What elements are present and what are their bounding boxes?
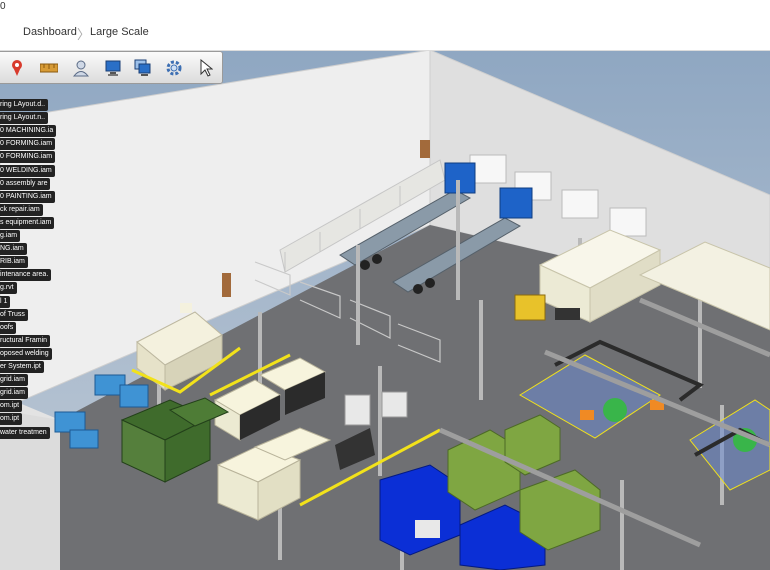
- window-title: 0: [0, 1, 6, 12]
- tree-item[interactable]: er System.ipt: [0, 361, 44, 373]
- tree-item[interactable]: RIB.iam: [0, 256, 28, 269]
- window-panel: [561, 189, 599, 219]
- breadcrumb-dashboard[interactable]: Dashboard: [23, 26, 77, 38]
- tree-item[interactable]: 0 FORMING.iam: [0, 138, 56, 151]
- forklift: [514, 294, 546, 321]
- tree-item[interactable]: ring LAyout.n..: [0, 112, 49, 125]
- 3d-factory-viewport[interactable]: [0, 51, 770, 570]
- map-pin-icon[interactable]: [7, 58, 27, 78]
- layers-icon[interactable]: [133, 58, 153, 78]
- door: [420, 140, 430, 158]
- tree-item[interactable]: intenance area.: [0, 269, 52, 282]
- breadcrumb-separator: 〉: [77, 27, 91, 42]
- factory-scene[interactable]: [0, 51, 770, 570]
- tree-item[interactable]: grid.iam: [0, 374, 28, 387]
- tree-item[interactable]: 0 FORMING.iam: [0, 151, 56, 164]
- monitor-icon[interactable]: [103, 58, 123, 78]
- tree-item[interactable]: 0 assembly are: [0, 177, 51, 190]
- tree-item[interactable]: NG.iam: [0, 243, 27, 256]
- tree-item[interactable]: oofs: [0, 321, 17, 334]
- breadcrumb: Dashboard 〉 Large Scale: [0, 16, 770, 51]
- window-title-bar: 0: [0, 0, 770, 17]
- person-icon[interactable]: [71, 58, 91, 78]
- tree-item[interactable]: water treatmen: [0, 426, 50, 439]
- ruler-icon[interactable]: [39, 58, 59, 78]
- tree-item[interactable]: ck repair.iam: [0, 203, 43, 216]
- gear-icon[interactable]: [164, 58, 184, 78]
- control-panel: [415, 520, 440, 538]
- tree-item[interactable]: s equipment.iam: [0, 216, 55, 229]
- pointer-icon[interactable]: [196, 58, 216, 78]
- tree-item[interactable]: 0 WELDING.iam: [0, 164, 55, 177]
- tree-item[interactable]: grid.iam: [0, 387, 28, 400]
- tree-item[interactable]: 0 MACHINING.ia: [0, 125, 57, 138]
- tree-item[interactable]: om.ipt: [0, 413, 23, 426]
- tree-item[interactable]: oposed welding: [0, 347, 52, 360]
- tree-item[interactable]: g.iam: [0, 230, 21, 242]
- tree-item[interactable]: 0 PAINTING.iam: [0, 190, 55, 203]
- tree-item[interactable]: om.ipt: [0, 400, 23, 413]
- workbench: [555, 308, 580, 320]
- tree-item[interactable]: l 1: [0, 295, 11, 308]
- viewer-toolbar: [0, 51, 223, 84]
- breadcrumb-large-scale[interactable]: Large Scale: [90, 26, 149, 38]
- door: [222, 273, 231, 297]
- tree-item[interactable]: ructural Framin: [0, 334, 51, 347]
- tree-item[interactable]: ring LAyout.d..: [0, 99, 49, 111]
- tree-item[interactable]: of Truss: [0, 308, 28, 321]
- tree-item[interactable]: g.rvt: [0, 282, 17, 295]
